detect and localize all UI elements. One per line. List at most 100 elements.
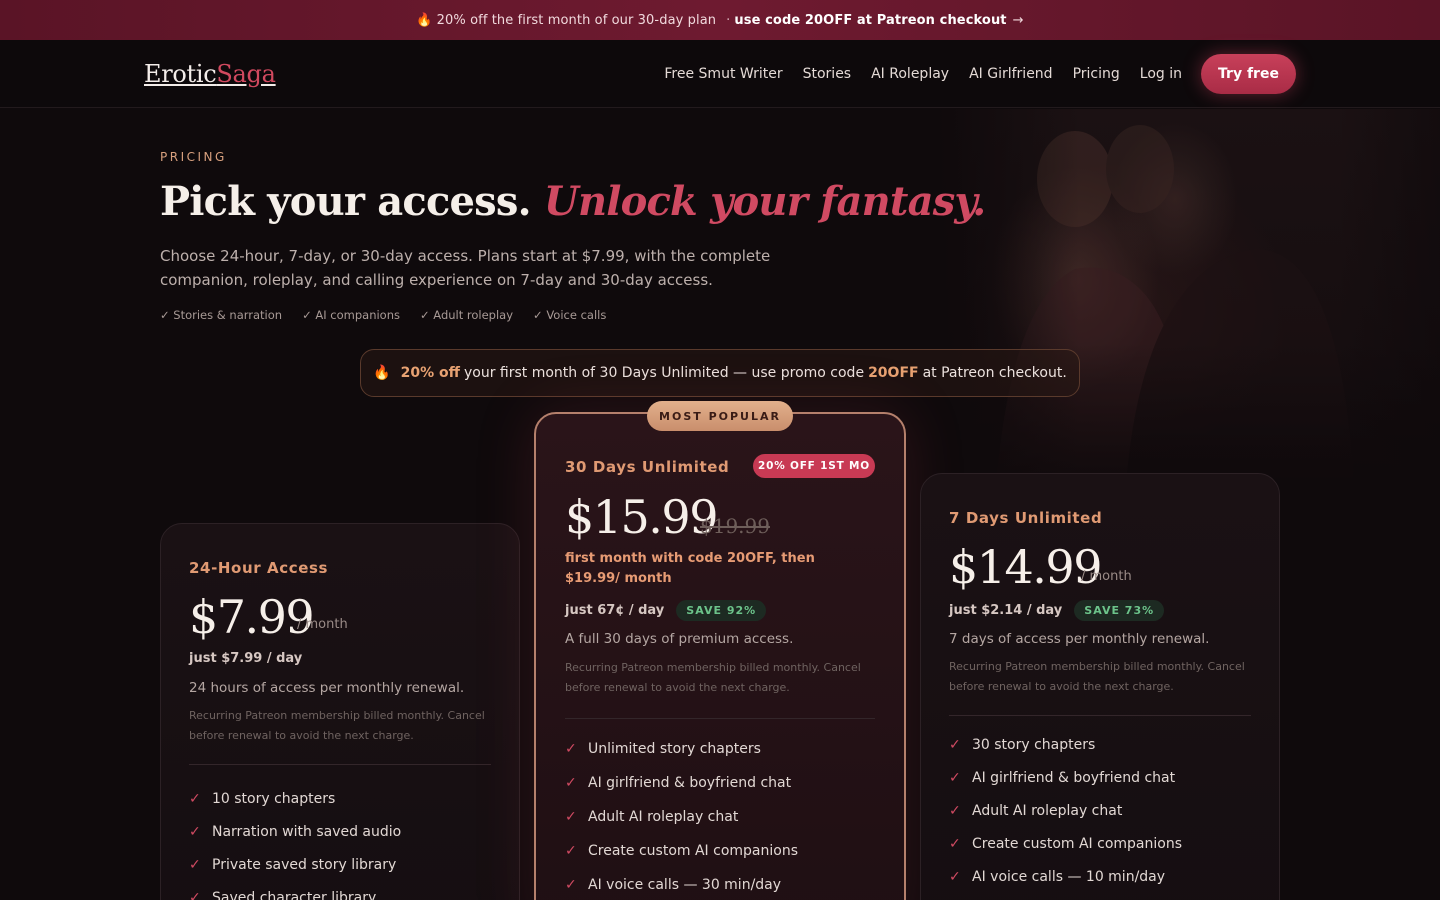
discount-badge: 20% OFF 1ST MO xyxy=(753,454,875,478)
per-day-text: just 67¢ / day xyxy=(565,603,665,618)
announcement-separator: · xyxy=(726,12,731,28)
nav-link-pricing[interactable]: Pricing xyxy=(1073,66,1120,82)
try-free-button[interactable]: Try free xyxy=(1201,54,1296,94)
fire-icon: 🔥 xyxy=(373,365,391,381)
check-icon: ✓ xyxy=(949,736,961,753)
divider xyxy=(949,715,1251,716)
most-popular-badge: MOST POPULAR xyxy=(647,401,793,431)
per-day-text: just $2.14 / day xyxy=(949,603,1063,618)
promo-text: your first month of 30 Days Unlimited — … xyxy=(463,365,865,381)
promo-banner: 🔥 20% off your first month of 30 Days Un… xyxy=(360,349,1080,397)
feature-label: Adult AI roleplay chat xyxy=(588,809,739,825)
save-badge: SAVE 92% xyxy=(676,600,767,621)
feature-label: Create custom AI companions xyxy=(588,843,798,859)
plan-card-24-hour[interactable]: 24-Hour Access $7.99 / month just $7.99 … xyxy=(160,523,520,900)
feature-item: ✓ AI voice calls — 30 min/day xyxy=(565,868,798,900)
feature-item: ✓ Create custom AI companions xyxy=(565,834,798,868)
feature-item: ✓ Create custom AI companions xyxy=(949,827,1182,860)
top-nav: EroticSaga Free Smut Writer Stories AI R… xyxy=(0,40,1440,108)
feature-ticks: ✓ Stories & narration ✓ AI companions ✓ … xyxy=(160,308,606,322)
promo-code: 20OFF xyxy=(868,365,919,381)
logo-main: Erotic xyxy=(144,60,217,88)
check-icon: ✓ xyxy=(565,877,577,893)
plan-card-30-days[interactable]: 30 Days Unlimited $15.99 $19.99 first mo… xyxy=(534,412,906,900)
divider xyxy=(189,764,491,765)
feature-item: ✓ Adult AI roleplay chat xyxy=(949,794,1182,827)
check-icon: ✓ xyxy=(189,823,201,840)
plan-per-day: just 67¢ / day SAVE 92% xyxy=(565,600,767,621)
nav-link-free-smut-writer[interactable]: Free Smut Writer xyxy=(664,66,782,82)
plan-title: 7 Days Unlimited xyxy=(949,509,1103,527)
feature-label: Saved character library xyxy=(212,889,377,900)
plan-fine-print: Recurring Patreon membership billed mont… xyxy=(949,660,1245,693)
plan-description: 24 hours of access per monthly renewal. xyxy=(189,680,465,696)
plan-title: 30 Days Unlimited xyxy=(565,458,730,476)
check-icon: ✓ xyxy=(565,775,577,791)
feature-label: Narration with saved audio xyxy=(212,823,402,840)
hero-image xyxy=(925,109,1440,499)
plan-description: 7 days of access per monthly renewal. xyxy=(949,631,1210,647)
plan-card-7-days[interactable]: 7 Days Unlimited $14.99 / month just $2.… xyxy=(920,473,1280,900)
check-icon: ✓ xyxy=(949,769,961,786)
tick-stories: ✓ Stories & narration xyxy=(160,308,283,322)
check-icon: ✓ xyxy=(949,868,961,885)
check-icon: ✓ xyxy=(189,889,201,900)
check-icon: ✓ xyxy=(565,843,577,859)
plan-fine-print: Recurring Patreon membership billed mont… xyxy=(565,661,861,694)
check-icon: ✓ xyxy=(189,790,201,807)
hero-description: Choose 24-hour, 7-day, or 30-day access.… xyxy=(160,247,771,289)
feature-item: ✓ 30 story chapters xyxy=(949,728,1182,761)
feature-label: AI girlfriend & boyfriend chat xyxy=(972,769,1176,786)
tick-companions: ✓ AI companions xyxy=(302,308,400,322)
per-day-text: just $7.99 / day xyxy=(189,651,303,666)
plan-description: A full 30 days of premium access. xyxy=(565,631,794,647)
feature-label: AI voice calls — 10 min/day xyxy=(972,868,1166,885)
nav-link-stories[interactable]: Stories xyxy=(803,66,852,82)
promo-discount: 20% off xyxy=(400,365,460,381)
announcement-text: 20% off the first month of our 30-day pl… xyxy=(436,12,717,28)
feature-label: Adult AI roleplay chat xyxy=(972,802,1123,819)
plan-features: ✓ 30 story chapters ✓ AI girlfriend & boyf… xyxy=(949,728,1182,893)
site-logo[interactable]: EroticSaga xyxy=(144,60,276,88)
page-title: Pick your access. Unlock your fantasy. xyxy=(160,178,986,225)
headline-italic: Unlock your fantasy. xyxy=(543,178,986,225)
promo-text-end: at Patreon checkout. xyxy=(922,365,1067,381)
feature-label: 30 story chapters xyxy=(972,736,1096,753)
plan-period: / month xyxy=(297,617,348,632)
feature-item: ✓ Unlimited story chapters xyxy=(565,732,798,766)
arrow-right-icon: → xyxy=(1012,12,1024,28)
feature-label: Unlimited story chapters xyxy=(588,741,761,757)
plan-per-day: just $7.99 / day xyxy=(189,651,302,666)
plan-features: ✓ 10 story chapters ✓ Narration with saved… xyxy=(189,782,401,900)
fire-icon: 🔥 xyxy=(416,12,433,28)
feature-label: 10 story chapters xyxy=(212,790,336,807)
feature-item: ✓ AI voice calls — 10 min/day xyxy=(949,860,1182,893)
plan-price: $7.99 xyxy=(189,590,315,644)
plan-fine-print: Recurring Patreon membership billed mont… xyxy=(189,709,485,742)
check-icon: ✓ xyxy=(189,856,201,873)
plan-features: ✓ Unlimited story chapters ✓ AI girlfriend… xyxy=(565,732,798,900)
plan-period: / month xyxy=(1081,569,1132,584)
feature-item: ✓ Adult AI roleplay chat xyxy=(565,800,798,834)
feature-item: ✓ Private saved story library xyxy=(189,848,401,881)
feature-item: ✓ AI girlfriend & boyfriend chat xyxy=(565,766,798,800)
announcement-bar: 🔥 20% off the first month of our 30-day … xyxy=(0,0,1440,40)
feature-label: AI girlfriend & boyfriend chat xyxy=(588,775,792,791)
tick-voice-calls: ✓ Voice calls xyxy=(533,308,607,322)
feature-label: Create custom AI companions xyxy=(972,835,1182,852)
nav-link-log-in[interactable]: Log in xyxy=(1140,66,1182,82)
plan-price: $14.99 xyxy=(949,540,1102,594)
nav-link-ai-girlfriend[interactable]: AI Girlfriend xyxy=(969,66,1053,82)
feature-item: ✓ Saved character library xyxy=(189,881,401,900)
feature-label: AI voice calls — 30 min/day xyxy=(588,877,782,893)
feature-item: ✓ Narration with saved audio xyxy=(189,815,401,848)
check-icon: ✓ xyxy=(949,835,961,852)
tick-roleplay: ✓ Adult roleplay xyxy=(420,308,514,322)
check-icon: ✓ xyxy=(565,809,577,825)
feature-label: Private saved story library xyxy=(212,856,397,873)
pricing-eyebrow: PRICING xyxy=(160,150,227,164)
announcement-link[interactable]: use code 20OFF at Patreon checkout xyxy=(734,13,1006,28)
headline-plain: Pick your access. xyxy=(160,178,532,225)
nav-link-ai-roleplay[interactable]: AI Roleplay xyxy=(871,66,949,82)
feature-item: ✓ AI girlfriend & boyfriend chat xyxy=(949,761,1182,794)
